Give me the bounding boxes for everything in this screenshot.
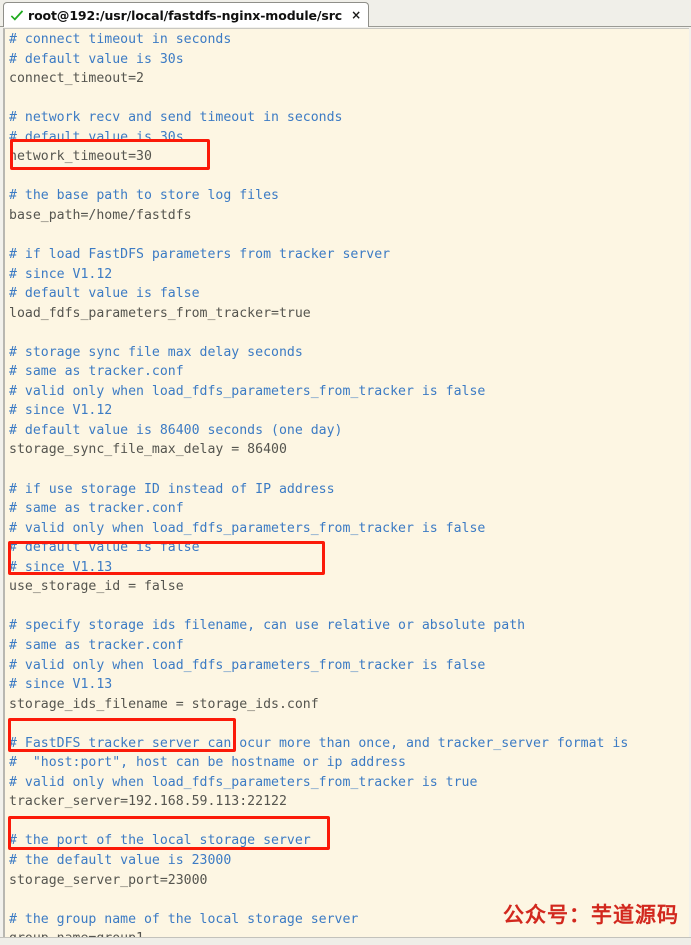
code-line: storage_server_port=23000 [9, 872, 208, 888]
code-line: connect_timeout=2 [9, 71, 144, 87]
code-line: # FastDFS tracker_server can ocur more t… [9, 735, 629, 751]
code-line: # if load FastDFS parameters from tracke… [9, 247, 391, 263]
code-line: # default value is 30s [9, 129, 184, 145]
code-line: # if use storage ID instead of IP addres… [9, 481, 335, 497]
code-line: # valid only when load_fdfs_parameters_f… [9, 520, 486, 536]
code-line: # the base path to store log files [9, 188, 279, 204]
code-line: # since V1.12 [9, 266, 113, 282]
code-line: use_storage_id = false [9, 579, 184, 595]
code-line: # since V1.12 [9, 403, 113, 419]
code-line: # the port of the local storage server [9, 833, 311, 849]
code-line: # default value is 86400 seconds (one da… [9, 422, 343, 438]
code-line: # since V1.13 [9, 677, 113, 693]
code-line: # "host:port", host can be hostname or i… [9, 755, 406, 771]
code-line: # valid only when load_fdfs_parameters_f… [9, 383, 486, 399]
code-line: # default value is false [9, 540, 200, 556]
close-icon[interactable]: × [351, 9, 361, 21]
code-line: storage_sync_file_max_delay = 86400 [9, 442, 287, 458]
code-line: base_path=/home/fastdfs [9, 207, 192, 223]
code-line: # valid only when load_fdfs_parameters_f… [9, 657, 486, 673]
code-line: network_timeout=30 [9, 149, 152, 165]
code-line: # the default value is 23000 [9, 852, 232, 868]
green-check-icon [10, 10, 24, 21]
code-line: # default value is 30s [9, 51, 184, 67]
code-line: # same as tracker.conf [9, 364, 184, 380]
code-line: load_fdfs_parameters_from_tracker=true [9, 305, 311, 321]
tab-title: root@192:/usr/local/fastdfs-nginx-module… [28, 7, 343, 23]
terminal-viewport[interactable]: # connect timeout in seconds # default va… [3, 28, 689, 942]
watermark: 公众号：芋道源码 [503, 902, 679, 927]
code-line: # specify storage ids filename, can use … [9, 618, 526, 634]
code-line: # since V1.13 [9, 559, 113, 575]
terminal-window: root@192:/usr/local/fastdfs-nginx-module… [0, 0, 691, 945]
config-file-content: # connect timeout in seconds # default va… [9, 30, 689, 942]
terminal-frame: # connect timeout in seconds # default va… [0, 27, 691, 945]
code-line: tracker_server=192.168.59.113:22122 [9, 794, 287, 810]
code-line: # storage sync file max delay seconds [9, 344, 303, 360]
code-line: storage_ids_filename = storage_ids.conf [9, 696, 319, 712]
tab-bar: root@192:/usr/local/fastdfs-nginx-module… [0, 0, 691, 27]
code-line: # default value is false [9, 286, 200, 302]
code-line: # connect timeout in seconds [9, 32, 232, 47]
code-line: # same as tracker.conf [9, 637, 184, 653]
terminal-tab[interactable]: root@192:/usr/local/fastdfs-nginx-module… [3, 2, 370, 27]
code-line: # valid only when load_fdfs_parameters_f… [9, 774, 478, 790]
window-bottom-strip [0, 937, 691, 945]
code-line: # same as tracker.conf [9, 501, 184, 517]
code-line: # network recv and send timeout in secon… [9, 110, 343, 126]
